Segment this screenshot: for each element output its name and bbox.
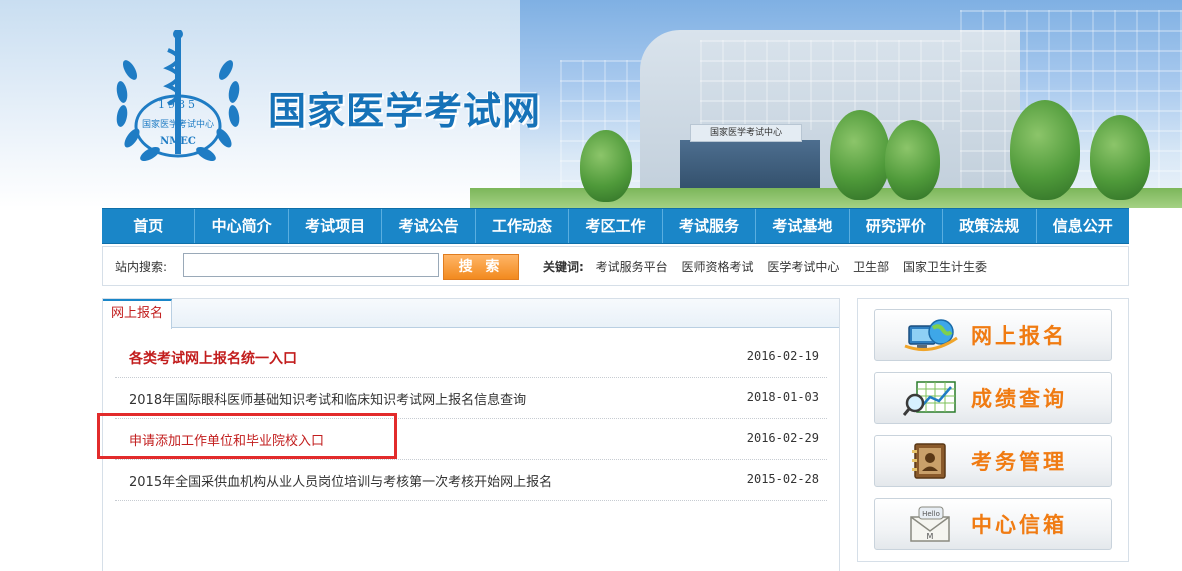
exam-management-button[interactable]: 考务管理 xyxy=(874,435,1112,487)
news-date: 2018-01-03 xyxy=(746,390,819,404)
news-date: 2015-02-28 xyxy=(746,472,819,486)
search-input[interactable] xyxy=(183,253,439,277)
nav-exam-projects[interactable]: 考试项目 xyxy=(289,209,383,243)
search-label: 站内搜索: xyxy=(115,260,168,274)
keyword-link[interactable]: 医师资格考试 xyxy=(681,260,753,274)
nav-exam-notices[interactable]: 考试公告 xyxy=(382,209,476,243)
nav-work-news[interactable]: 工作动态 xyxy=(476,209,570,243)
exam-management-label: 考务管理 xyxy=(971,450,1067,474)
highlight-box xyxy=(97,413,397,459)
center-mailbox-label: 中心信箱 xyxy=(971,513,1067,537)
tab-online-registration[interactable]: 网上报名 xyxy=(103,299,173,329)
logo-abbr: NMEC xyxy=(160,136,196,147)
nav-about[interactable]: 中心简介 xyxy=(195,209,289,243)
news-date: 2016-02-29 xyxy=(746,431,819,445)
nav-exam-services[interactable]: 考试服务 xyxy=(663,209,757,243)
news-date: 2016-02-19 xyxy=(746,349,819,363)
tree xyxy=(830,110,890,200)
building-windows xyxy=(700,40,960,130)
nav-research[interactable]: 研究评价 xyxy=(850,209,944,243)
address-book-icon xyxy=(912,443,946,479)
nav-exam-bases[interactable]: 考试基地 xyxy=(756,209,850,243)
globe-computer-icon xyxy=(904,319,958,352)
logo-year: 1985 xyxy=(158,98,198,111)
keyword-link[interactable]: 国家卫生计生委 xyxy=(903,260,987,274)
svg-text:M: M xyxy=(927,532,934,541)
svg-text:Hello: Hello xyxy=(922,510,940,518)
nav-exam-region[interactable]: 考区工作 xyxy=(569,209,663,243)
news-title[interactable]: 2018年国际眼科医师基础知识考试和临床知识考试网上报名信息查询 xyxy=(129,389,526,408)
building-entrance xyxy=(680,140,820,190)
center-mailbox-button[interactable]: Hello M 中心信箱 xyxy=(874,498,1112,550)
quick-links-sidebar: 网上报名 成绩查询 考务管理 Hello M 中心信箱 xyxy=(857,298,1129,562)
nav-disclosure[interactable]: 信息公开 xyxy=(1037,209,1129,243)
keywords-label: 关键词: xyxy=(543,260,584,274)
list-item[interactable]: 各类考试网上报名统一入口 2016-02-19 xyxy=(115,337,827,378)
online-registration-button[interactable]: 网上报名 xyxy=(874,309,1112,361)
tree xyxy=(885,120,940,200)
site-header: 国家医学考试中心 1985 国家医学考试中心 NMEC 国家医学考试网 xyxy=(0,0,1182,208)
panel-tabbar: 网上报名 xyxy=(103,299,839,329)
hello-mail-icon: Hello M xyxy=(910,506,950,542)
keywords: 关键词: 考试服务平台 医师资格考试 医学考试中心 卫生部 国家卫生计生委 xyxy=(543,258,997,275)
search-button[interactable]: 搜 索 xyxy=(443,254,519,280)
score-query-button[interactable]: 成绩查询 xyxy=(874,372,1112,424)
building-sign: 国家医学考试中心 xyxy=(690,124,802,142)
tree xyxy=(1090,115,1150,200)
tree xyxy=(1010,100,1080,200)
nav-policies[interactable]: 政策法规 xyxy=(943,209,1037,243)
search-bar: 站内搜索: 搜 索 关键词: 考试服务平台 医师资格考试 医学考试中心 卫生部 … xyxy=(102,246,1129,286)
list-item[interactable]: 2015年全国采供血机构从业人员岗位培训与考核第一次考核开始网上报名 2015-… xyxy=(115,460,827,501)
nav-home[interactable]: 首页 xyxy=(102,209,196,243)
logo-org: 国家医学考试中心 xyxy=(142,118,214,130)
chart-magnifier-icon xyxy=(903,381,956,416)
score-query-label: 成绩查询 xyxy=(971,387,1067,411)
site-title: 国家医学考试网 xyxy=(268,88,542,133)
main-nav: 首页 中心简介 考试项目 考试公告 工作动态 考区工作 考试服务 考试基地 研究… xyxy=(102,208,1129,244)
news-title[interactable]: 2015年全国采供血机构从业人员岗位培训与考核第一次考核开始网上报名 xyxy=(129,471,552,490)
online-registration-label: 网上报名 xyxy=(971,324,1067,348)
news-title[interactable]: 各类考试网上报名统一入口 xyxy=(129,348,297,368)
tree xyxy=(580,130,632,202)
keyword-link[interactable]: 医学考试中心 xyxy=(767,260,839,274)
keyword-link[interactable]: 考试服务平台 xyxy=(596,260,668,274)
nmec-logo: 1985 国家医学考试中心 NMEC xyxy=(116,30,240,161)
keyword-link[interactable]: 卫生部 xyxy=(853,260,889,274)
lawn xyxy=(470,188,1182,208)
